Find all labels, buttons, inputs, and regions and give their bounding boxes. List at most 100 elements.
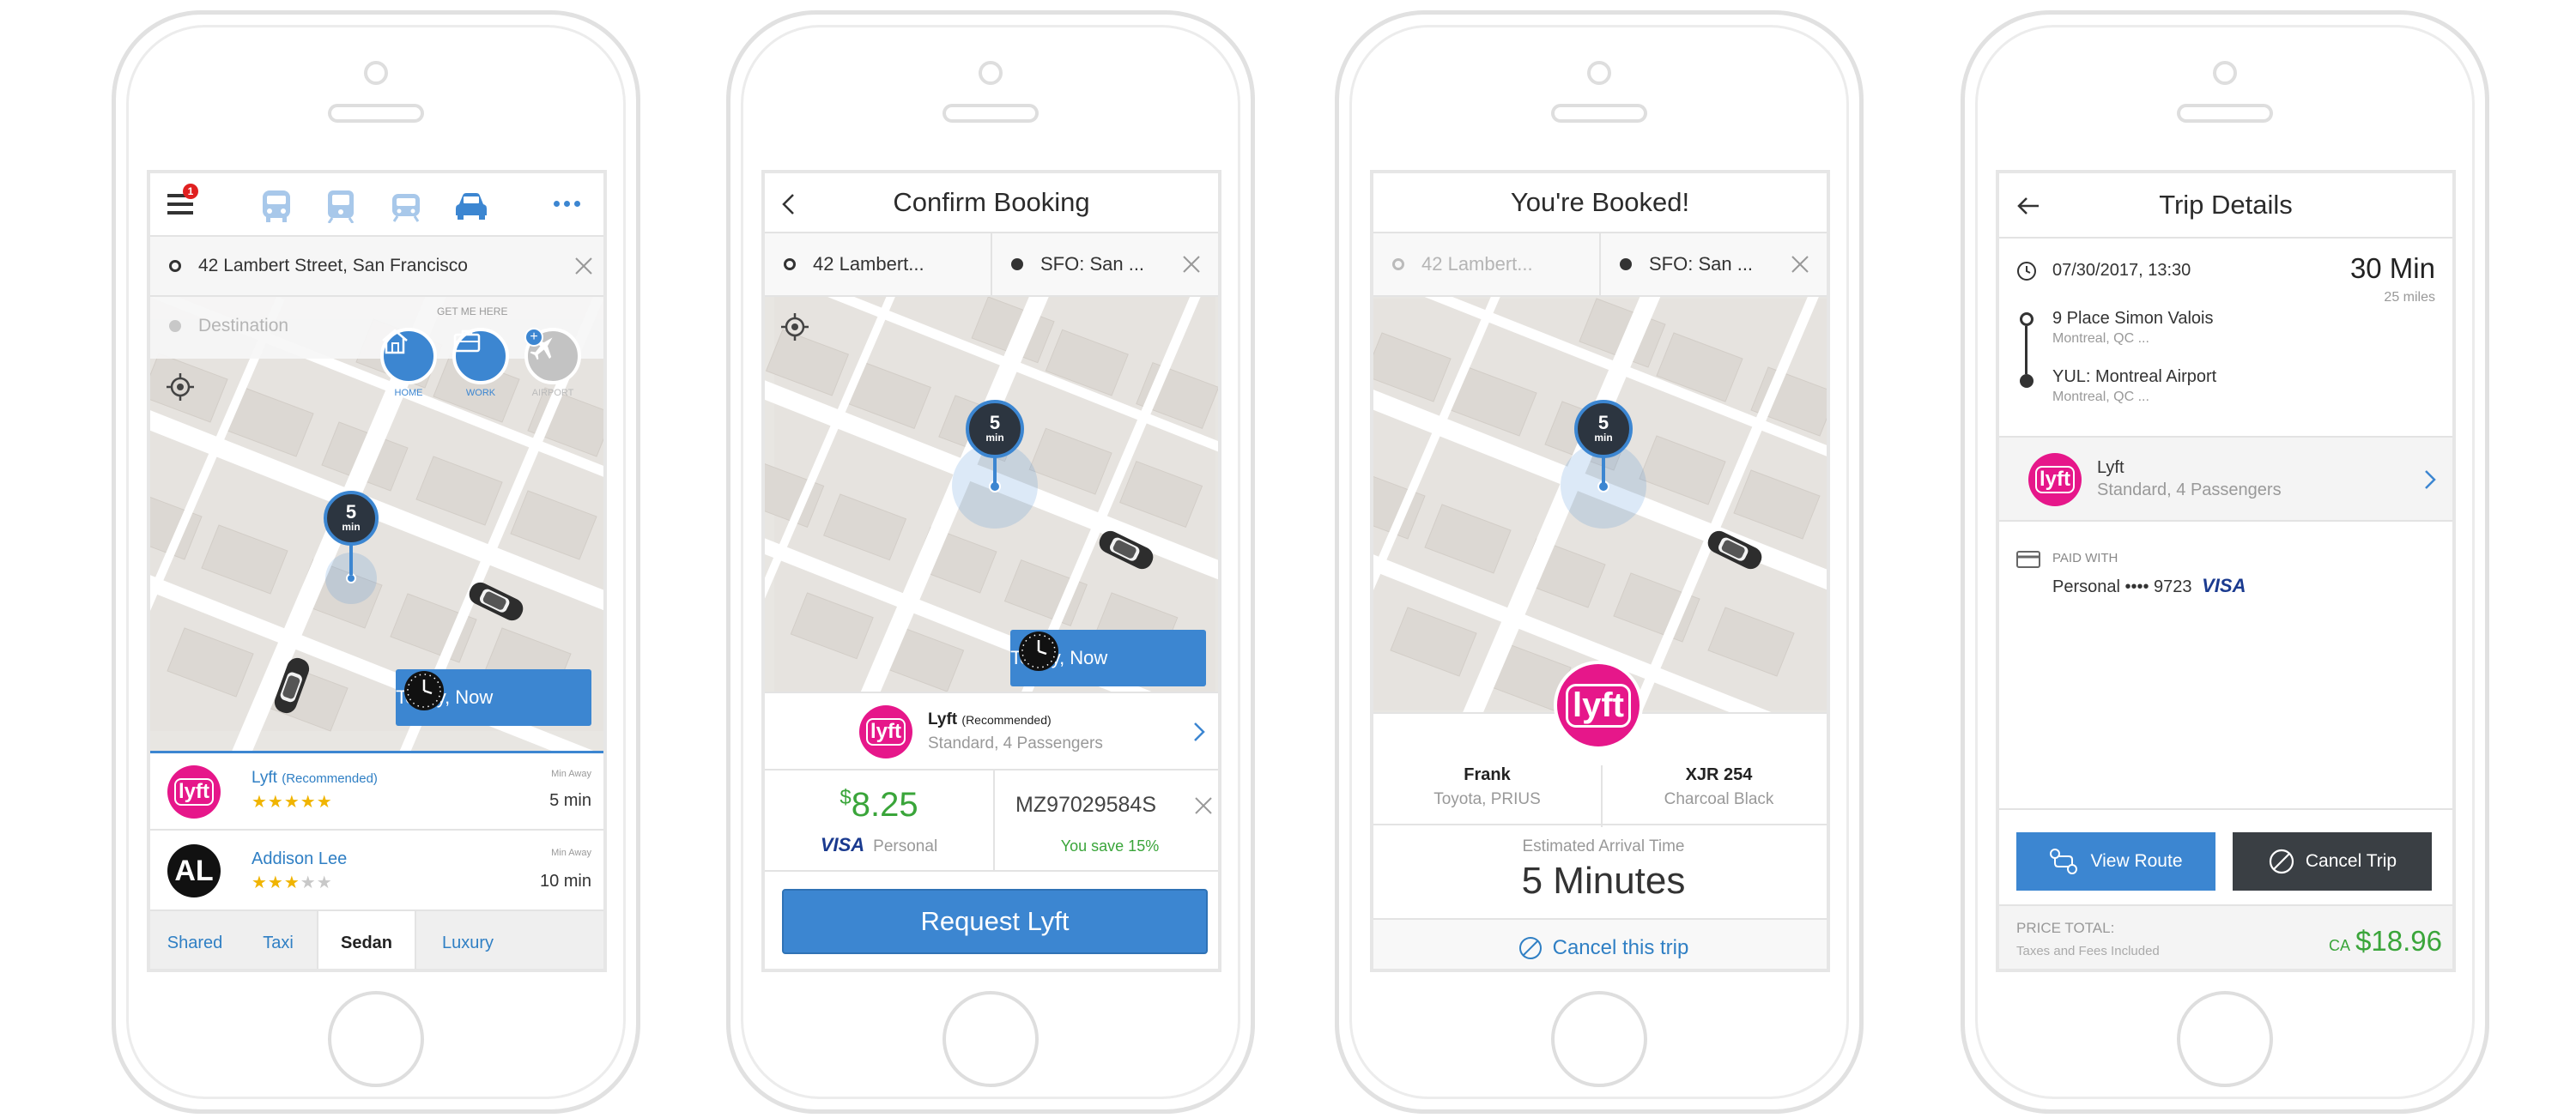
- time-selector-button[interactable]: Today, Now: [396, 669, 591, 726]
- tram-icon[interactable]: [389, 189, 423, 223]
- add-icon[interactable]: +: [524, 328, 543, 347]
- origin-field[interactable]: 42 Lambert...: [765, 233, 991, 295]
- briefcase-icon: [452, 328, 509, 384]
- tab-shared[interactable]: Shared: [150, 911, 239, 969]
- price-total-value: $18.96: [2355, 925, 2442, 957]
- price-value: 8.25: [851, 786, 918, 824]
- clock-icon: [403, 669, 445, 712]
- provider-name: Lyft: [252, 769, 277, 787]
- back-chevron-icon[interactable]: [780, 192, 797, 216]
- payment-details: Personal •••• 9723: [2052, 577, 2192, 596]
- home-button[interactable]: [328, 991, 424, 1087]
- destination-field[interactable]: Destination: [169, 316, 288, 336]
- license-plate: XJR 254: [1685, 765, 1753, 784]
- train-icon[interactable]: [325, 189, 356, 223]
- locate-me-icon[interactable]: [166, 372, 198, 405]
- shortcut-home[interactable]: HOME: [380, 328, 437, 398]
- header: Trip Details: [1999, 173, 2452, 239]
- min-away-label: Min Away: [551, 769, 591, 779]
- home-button[interactable]: [943, 991, 1039, 1087]
- view-route-label: View Route: [2090, 851, 2183, 871]
- credit-card-icon: [2016, 551, 2040, 568]
- price-total-label: PRICE TOTAL:: [2016, 920, 2115, 936]
- lyft-logo: lyft: [859, 705, 912, 758]
- stop-name: YUL: Montreal Airport: [2052, 367, 2217, 386]
- price: $8.25: [765, 786, 993, 825]
- request-lyft-button[interactable]: Request Lyft: [782, 889, 1208, 954]
- currency-code: CA: [2329, 937, 2351, 954]
- visa-logo: VISA: [2202, 575, 2246, 596]
- airplane-icon: +: [524, 328, 581, 384]
- stop-name: 9 Place Simon Valois: [2052, 309, 2214, 328]
- taxes-note: Taxes and Fees Included: [2016, 944, 2160, 958]
- ride-subtitle: Standard, 4 Passengers: [2097, 480, 2282, 499]
- hamburger-menu-icon[interactable]: 1: [167, 184, 198, 216]
- shortcut-work[interactable]: WORK: [452, 328, 509, 398]
- provider-row-lyft[interactable]: lyft Lyft (Recommended) ★★★★★ Min Away 5…: [150, 753, 603, 831]
- remove-promo-icon[interactable]: [1194, 796, 1213, 815]
- cancel-trip-button[interactable]: Cancel Trip: [2233, 832, 2432, 891]
- phone-frame-1: 1 42 Lambert Street, San Francisco Desti…: [112, 10, 640, 1114]
- pin-eta-number: 5: [1597, 412, 1609, 433]
- get-me-here-label: GET ME HERE: [437, 305, 508, 317]
- locate-me-icon[interactable]: [780, 312, 813, 345]
- tab-taxi[interactable]: Taxi: [239, 911, 317, 969]
- home-button[interactable]: [1551, 991, 1647, 1087]
- camera: [364, 61, 388, 85]
- destination-dot-icon: [1620, 258, 1632, 270]
- destination-field[interactable]: SFO: San ...: [1599, 233, 1827, 295]
- stop-sub: Montreal, QC ...: [2052, 390, 2149, 404]
- car-icon[interactable]: [454, 190, 488, 221]
- eta-label: Estimated Arrival Time: [1522, 837, 1685, 855]
- transport-mode-bar: 1: [150, 173, 603, 235]
- eta-pin: 5 min: [318, 491, 384, 604]
- bus-icon[interactable]: [260, 189, 293, 223]
- tab-luxury[interactable]: Luxury: [416, 911, 519, 969]
- eta-value: 5 Minutes: [1521, 860, 1686, 902]
- page-title: You're Booked!: [1510, 187, 1690, 217]
- driver-name: Frank: [1464, 765, 1511, 784]
- clock-icon: [2017, 262, 2036, 281]
- rating-stars: ★★★★★: [252, 873, 333, 892]
- map[interactable]: Destination GET ME HERE HOME WORK + AIRP…: [150, 297, 603, 753]
- car-model: Toyota, PRIUS: [1433, 790, 1541, 808]
- more-options-icon[interactable]: [554, 201, 580, 207]
- clear-destination-icon[interactable]: [1182, 255, 1201, 274]
- stop-end-icon: [2020, 374, 2034, 388]
- trip-distance: 25 miles: [2384, 290, 2435, 305]
- map[interactable]: 5 min Today, Now: [765, 297, 1218, 692]
- ride-name: Lyft: [2097, 458, 2124, 477]
- cancel-icon: [2269, 849, 2294, 874]
- origin-text: 42 Lambert...: [1421, 253, 1533, 275]
- origin-field[interactable]: 42 Lambert Street, San Francisco: [150, 235, 603, 297]
- confirm-booking-screen: Confirm Booking 42 Lambert... SFO: San .…: [761, 170, 1221, 972]
- search-screen: 1 42 Lambert Street, San Francisco Desti…: [147, 170, 607, 972]
- back-arrow-icon[interactable]: [2016, 196, 2040, 216]
- shortcut-airport[interactable]: + AIRPORT: [524, 328, 581, 398]
- origin-dot-icon: [169, 260, 181, 272]
- map[interactable]: 5 min: [1373, 297, 1827, 712]
- time-selector-button[interactable]: Today, Now: [1010, 630, 1206, 686]
- route-bar: 42 Lambert... SFO: San ...: [1373, 233, 1827, 297]
- trip-duration: 30 Min: [2349, 252, 2435, 284]
- destination-placeholder: Destination: [198, 316, 289, 335]
- cancel-trip-link[interactable]: Cancel this trip: [1373, 918, 1827, 969]
- payment-method[interactable]: $8.25 VISA Personal: [765, 771, 995, 870]
- route-line: [2025, 326, 2027, 374]
- header: You're Booked!: [1373, 173, 1827, 233]
- route-bar: 42 Lambert... SFO: San ...: [765, 233, 1218, 297]
- ride-option-row[interactable]: lyft Lyft (Recommended) Standard, 4 Pass…: [765, 692, 1218, 771]
- tab-sedan[interactable]: Sedan: [317, 911, 416, 969]
- promo-code[interactable]: MZ97029584S You save 15%: [995, 771, 1221, 870]
- provider-row-addison-lee[interactable]: AL Addison Lee ★★★★★ Min Away 10 min: [150, 832, 603, 910]
- payment-promo-row: $8.25 VISA Personal MZ97029584S You save …: [765, 771, 1221, 872]
- view-route-button[interactable]: View Route: [2016, 832, 2215, 891]
- clear-destination-icon[interactable]: [1791, 255, 1809, 274]
- clear-origin-icon[interactable]: [574, 257, 593, 275]
- ride-summary-row[interactable]: lyft Lyft Standard, 4 Passengers: [1999, 436, 2452, 522]
- origin-text: 42 Lambert...: [813, 253, 924, 275]
- home-button[interactable]: [2177, 991, 2273, 1087]
- lyft-logo: lyft: [167, 765, 221, 819]
- origin-dot-icon: [1392, 258, 1404, 270]
- destination-field[interactable]: SFO: San ...: [991, 233, 1218, 295]
